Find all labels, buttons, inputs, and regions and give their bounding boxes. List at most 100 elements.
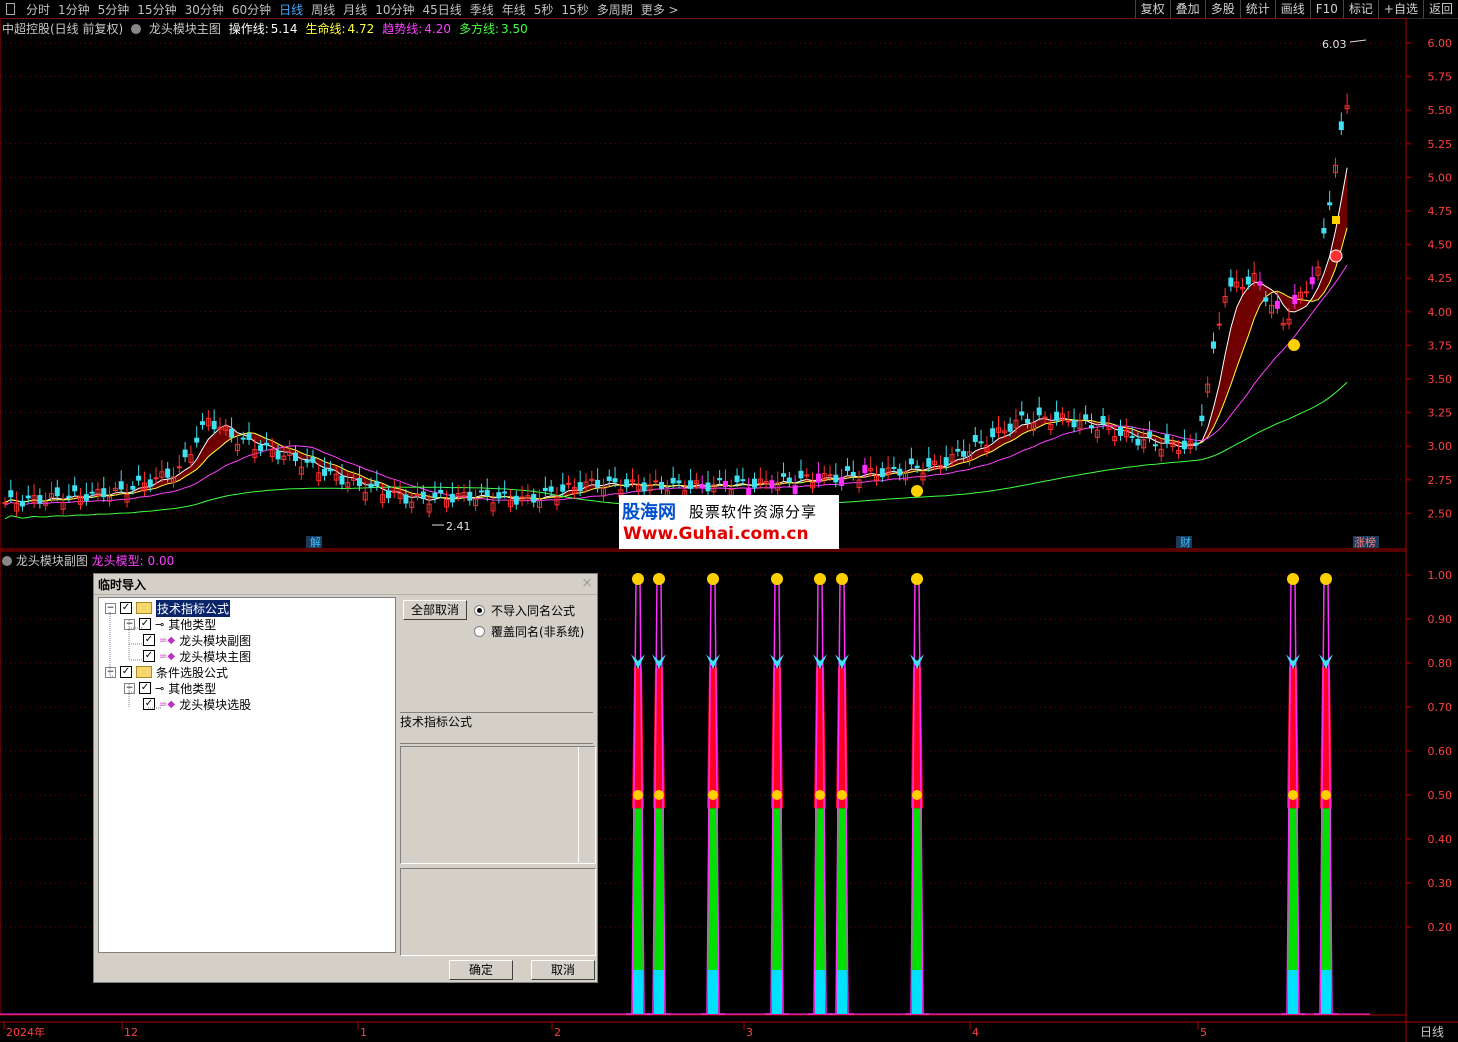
formula-tree[interactable]: − ✓ 技术指标公式 − ✓ ⊸ 其他类型 ✓ =◆ 龙头模块副图 ✓ =◆ 龙头模块主图 − ✓ 条件选股公… <box>98 597 396 953</box>
candle-body <box>89 491 95 494</box>
radio-skip-same[interactable]: 不导入同名公式 <box>474 602 575 619</box>
logo-url: Www.Guhai.com.cn <box>623 524 809 544</box>
period-tab-6[interactable]: 日线 <box>279 1 303 18</box>
smiley-icon <box>707 573 719 585</box>
candle-body <box>839 477 845 486</box>
candle-body <box>560 484 566 492</box>
period-tab-10[interactable]: 45日线 <box>422 1 461 18</box>
period-tab-11[interactable]: 季线 <box>470 1 494 18</box>
period-tab-1[interactable]: 1分钟 <box>58 1 90 18</box>
period-tab-7[interactable]: 周线 <box>311 1 335 18</box>
period-tab-12[interactable]: 年线 <box>502 1 526 18</box>
tree-node-1[interactable]: − ✓ ⊸ 其他类型 <box>124 616 216 632</box>
coin-icon <box>654 790 664 800</box>
period-tab-13[interactable]: 5秒 <box>534 1 554 18</box>
period-tab-14[interactable]: 15秒 <box>561 1 588 18</box>
tree-node-3[interactable]: ✓ =◆ 龙头模块主图 <box>143 648 251 664</box>
radio-dot-checked-icon <box>474 605 485 616</box>
close-icon[interactable]: × <box>581 575 593 591</box>
dialog-titlebar[interactable]: 临时导入 × <box>94 574 597 595</box>
tree-node-6[interactable]: ✓ =◆ 龙头模块选股 <box>143 696 251 712</box>
key-icon: ⊸ <box>155 617 165 631</box>
period-tab-0[interactable]: 分时 <box>26 1 50 18</box>
price-tick-label: 4.00 <box>1428 306 1453 319</box>
sub-indicator-name[interactable]: 龙头模块副图 <box>16 554 88 568</box>
tool-button-0[interactable]: 复权 <box>1134 0 1170 18</box>
collapse-icon[interactable]: − <box>124 682 135 694</box>
candle-body <box>8 490 14 498</box>
tool-button-5[interactable]: F10 <box>1309 0 1343 18</box>
sub-tick-label: 0.80 <box>1428 657 1453 670</box>
checkbox-checked-icon[interactable]: ✓ <box>143 698 155 710</box>
trend-line <box>4 264 1348 506</box>
candle-body <box>101 488 107 498</box>
tool-button-2[interactable]: 多股 <box>1204 0 1240 18</box>
candle-body <box>1199 415 1205 422</box>
ok-button[interactable]: 确定 <box>449 960 513 980</box>
sub-tick-label: 0.90 <box>1428 613 1453 626</box>
detail-box[interactable] <box>400 868 596 956</box>
period-tab-15[interactable]: 多周期 <box>597 1 633 18</box>
collapse-icon[interactable]: − <box>124 618 135 630</box>
candle-body <box>502 491 508 494</box>
candle-body <box>136 475 142 481</box>
sub-bar-cyan <box>1288 970 1298 1014</box>
candle-body <box>786 477 792 483</box>
candle-body <box>1036 407 1042 416</box>
period-tab-8[interactable]: 月线 <box>343 1 367 18</box>
sub-toggle-icon[interactable] <box>2 556 12 566</box>
cancel-all-button[interactable]: 全部取消 <box>403 600 467 620</box>
period-tab-9[interactable]: 10分钟 <box>375 1 414 18</box>
candle-body <box>978 441 984 444</box>
butterfly-icon <box>706 654 720 669</box>
tool-button-7[interactable]: +自选 <box>1377 0 1423 18</box>
checkbox-checked-icon[interactable]: ✓ <box>120 666 132 678</box>
sub-info-line: 龙头模块副图 龙头模型: 0.00 <box>2 552 174 569</box>
tool-button-8[interactable]: 返回 <box>1422 0 1458 18</box>
cancel-button[interactable]: 取消 <box>531 960 595 980</box>
tree-node-5[interactable]: − ✓ ⊸ 其他类型 <box>124 680 216 696</box>
tool-button-3[interactable]: 统计 <box>1239 0 1275 18</box>
checkbox-checked-icon[interactable]: ✓ <box>120 602 132 614</box>
candle-body <box>815 473 821 483</box>
candle-body <box>1025 418 1031 424</box>
collapse-icon[interactable]: − <box>105 602 116 614</box>
period-tab-3[interactable]: 15分钟 <box>137 1 176 18</box>
candle-body <box>914 465 920 469</box>
sub-bar-green <box>772 808 782 970</box>
section-title: 技术指标公式 <box>400 715 473 729</box>
trend-ribbon <box>5 167 1348 503</box>
checkbox-checked-icon[interactable]: ✓ <box>139 618 151 630</box>
candle-body <box>229 428 235 438</box>
candle-body <box>781 473 787 477</box>
smiley-icon <box>632 573 644 585</box>
sub-tick-label: 1.00 <box>1428 569 1453 582</box>
period-tab-16[interactable]: 更多 > <box>641 1 679 18</box>
checkbox-checked-icon[interactable]: ✓ <box>139 682 151 694</box>
tool-button-1[interactable]: 叠加 <box>1169 0 1205 18</box>
radio-overwrite[interactable]: 覆盖同名(非系统) <box>474 623 584 640</box>
guhai-logo: 股海网 股票软件资源分享 Www.Guhai.com.cn <box>619 495 839 549</box>
tree-node-0[interactable]: − ✓ 技术指标公式 <box>105 599 231 617</box>
tool-button-6[interactable]: 标记 <box>1342 0 1378 18</box>
radio-skip-same-label: 不导入同名公式 <box>491 604 576 618</box>
coin-icon <box>1288 790 1298 800</box>
checkbox-checked-icon[interactable]: ✓ <box>143 650 155 662</box>
candle-body <box>496 492 502 499</box>
toolbar-menu-icon[interactable] <box>6 3 15 15</box>
tree-node-2[interactable]: ✓ =◆ 龙头模块副图 <box>143 632 251 648</box>
candle-body <box>54 487 60 497</box>
period-tab-4[interactable]: 30分钟 <box>185 1 224 18</box>
description-box[interactable] <box>400 746 596 864</box>
sub-tick-label: 0.30 <box>1428 877 1453 890</box>
tree-node-4[interactable]: − ✓ 条件选股公式 <box>105 664 228 680</box>
collapse-icon[interactable]: − <box>105 666 116 678</box>
period-tab-2[interactable]: 5分钟 <box>98 1 130 18</box>
period-tab-5[interactable]: 60分钟 <box>232 1 271 18</box>
candle-body <box>972 435 978 442</box>
candle-body <box>1164 434 1170 444</box>
checkbox-checked-icon[interactable]: ✓ <box>143 634 155 646</box>
tool-button-4[interactable]: 画线 <box>1274 0 1310 18</box>
candle-body <box>670 477 676 484</box>
logo-tag: 股票软件资源分享 <box>689 503 818 521</box>
